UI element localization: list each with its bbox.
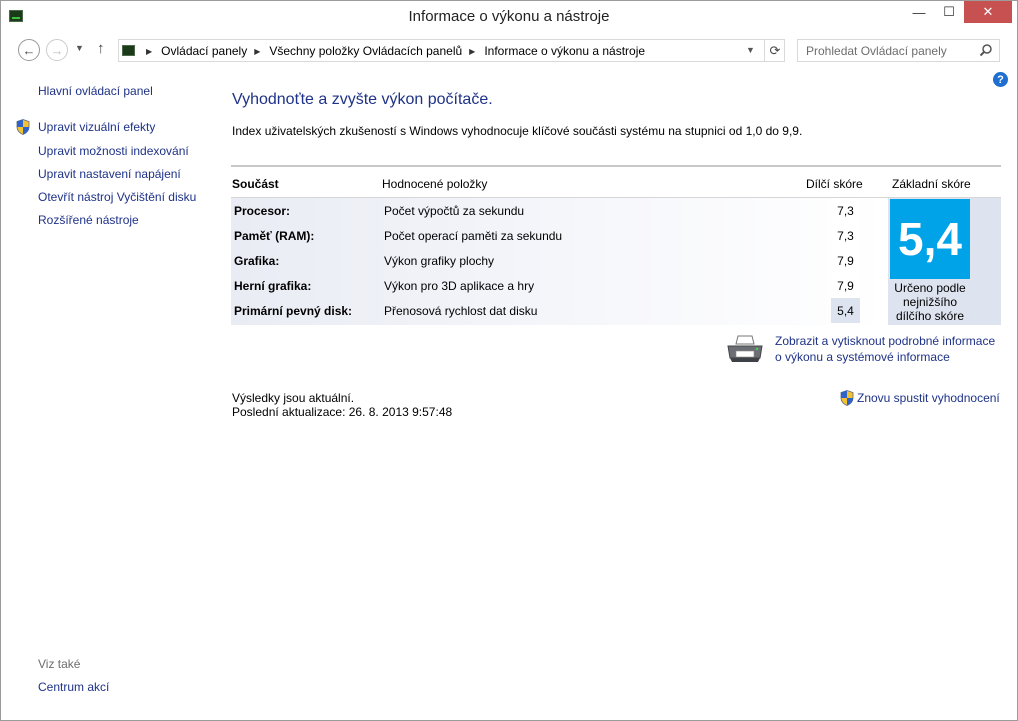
navigation-bar: ← → ▼ ↑ ▶ Ovládací panely ▶ Všechny polo… xyxy=(1,32,1017,70)
rated-item: Výkon grafiky plochy xyxy=(384,254,495,268)
component-name: Grafika: xyxy=(234,254,280,268)
rated-item: Počet výpočtů za sekundu xyxy=(384,204,525,218)
sidebar-item-power-settings[interactable]: Upravit nastavení napájení xyxy=(38,167,181,181)
address-dropdown-icon[interactable]: ▼ xyxy=(746,45,755,55)
table-row: Paměť (RAM): Počet operací paměti za sek… xyxy=(231,223,861,248)
rated-item: Výkon pro 3D aplikace a hry xyxy=(384,279,535,293)
back-button[interactable]: ← xyxy=(18,39,40,61)
base-score-note: Určeno podle nejnižšího dílčího skóre xyxy=(888,281,972,323)
uac-shield-icon xyxy=(16,119,30,135)
score-table: Součást Hodnocené položky Dílčí skóre Zá… xyxy=(231,165,1001,325)
see-also-heading: Viz také xyxy=(38,657,81,671)
minimize-button[interactable]: — xyxy=(904,1,934,23)
sidebar-item-control-panel-home[interactable]: Hlavní ovládací panel xyxy=(38,84,153,98)
base-score-note-line: nejnižšího xyxy=(902,295,958,309)
uac-shield-icon xyxy=(840,390,854,406)
subscore-value-lowest: 5,4 xyxy=(831,298,860,323)
control-panel-icon xyxy=(122,45,135,56)
print-details-link[interactable]: Zobrazit a vytisknout podrobné informace… xyxy=(775,333,995,365)
title-bar[interactable]: Informace o výkonu a nástroje — ☐ ✕ xyxy=(1,1,1017,32)
up-button[interactable]: ↑ xyxy=(97,40,105,57)
maximize-button[interactable]: ☐ xyxy=(934,1,964,23)
component-name: Paměť (RAM): xyxy=(234,229,315,243)
component-name: Herní grafika: xyxy=(234,279,312,293)
page-description: Index uživatelských zkušeností s Windows… xyxy=(232,124,803,138)
rated-item: Přenosová rychlost dat disku xyxy=(384,304,538,318)
table-row: Primární pevný disk: Přenosová rychlost … xyxy=(231,298,861,323)
sidebar-item-disk-cleanup[interactable]: Otevřít nástroj Vyčištění disku xyxy=(38,190,196,204)
search-input[interactable] xyxy=(798,40,976,61)
rated-item: Počet operací paměti za sekundu xyxy=(384,229,563,243)
breadcrumb: ▶ Ovládací panely ▶ Všechny položky Ovlá… xyxy=(139,44,645,58)
window-title: Informace o výkonu a nástroje xyxy=(408,8,610,25)
component-name: Procesor: xyxy=(234,204,291,218)
assessment-status: Výsledky jsou aktuální. Poslední aktuali… xyxy=(232,391,452,419)
subscore-value: 7,3 xyxy=(837,229,854,243)
printer-icon xyxy=(727,335,763,362)
column-header-component: Součást xyxy=(232,177,279,191)
breadcrumb-all-items[interactable]: Všechny položky Ovládacích panelů xyxy=(269,44,462,58)
recent-locations-chevron-icon[interactable]: ▼ xyxy=(75,43,84,53)
table-row: Herní grafika: Výkon pro 3D aplikace a h… xyxy=(231,273,861,298)
column-header-base-score: Základní skóre xyxy=(892,177,971,191)
window: Informace o výkonu a nástroje — ☐ ✕ ← → … xyxy=(0,0,1018,721)
close-button[interactable]: ✕ xyxy=(964,1,1012,23)
sidebar-item-action-center[interactable]: Centrum akcí xyxy=(38,680,109,694)
subscore-value: 7,9 xyxy=(837,254,854,268)
help-icon[interactable]: ? xyxy=(993,72,1008,87)
base-score-value: 5,4 xyxy=(890,199,970,279)
base-score-panel: 5,4 Určeno podle nejnižšího dílčího skór… xyxy=(888,198,1001,325)
breadcrumb-separator-icon[interactable]: ▶ xyxy=(469,47,475,56)
print-details-link-line[interactable]: Zobrazit a vytisknout podrobné informace xyxy=(775,333,995,349)
sidebar-item-advanced-tools[interactable]: Rozšířené nástroje xyxy=(38,213,139,227)
column-header-subscore: Dílčí skóre xyxy=(806,177,863,191)
breadcrumb-separator-icon[interactable]: ▶ xyxy=(254,47,260,56)
status-last-updated: Poslední aktualizace: 26. 8. 2013 9:57:4… xyxy=(232,405,453,419)
refresh-button[interactable]: ⟳ xyxy=(764,40,785,61)
page-title: Vyhodnoťte a zvyšte výkon počítače. xyxy=(232,91,493,108)
forward-button[interactable]: → xyxy=(46,39,68,61)
sidebar-item-indexing-options[interactable]: Upravit možnosti indexování xyxy=(38,144,189,158)
print-details-link-line[interactable]: o výkonu a systémové informace xyxy=(775,349,995,365)
address-bar[interactable]: ▶ Ovládací panely ▶ Všechny položky Ovlá… xyxy=(118,39,785,62)
sidebar-item-visual-effects[interactable]: Upravit vizuální efekty xyxy=(38,120,155,134)
rerun-assessment-link[interactable]: Znovu spustit vyhodnocení xyxy=(857,391,1000,405)
search-icon[interactable] xyxy=(979,43,993,57)
status-current: Výsledky jsou aktuální. xyxy=(232,391,355,405)
breadcrumb-separator-icon[interactable]: ▶ xyxy=(146,47,152,56)
column-header-rated-items: Hodnocené položky xyxy=(382,177,488,191)
table-row: Grafika: Výkon grafiky plochy 7,9 xyxy=(231,248,861,273)
component-name: Primární pevný disk: xyxy=(234,304,353,318)
base-score-note-line: dílčího skóre xyxy=(895,309,965,323)
table-row: Procesor: Počet výpočtů za sekundu 7,3 xyxy=(231,198,861,223)
breadcrumb-performance[interactable]: Informace o výkonu a nástroje xyxy=(484,44,645,58)
subscore-value: 7,9 xyxy=(837,279,854,293)
base-score-note-line: Určeno podle xyxy=(894,281,966,295)
breadcrumb-control-panel[interactable]: Ovládací panely xyxy=(161,44,247,58)
search-box xyxy=(797,39,1000,62)
subscore-value: 7,3 xyxy=(837,204,854,218)
